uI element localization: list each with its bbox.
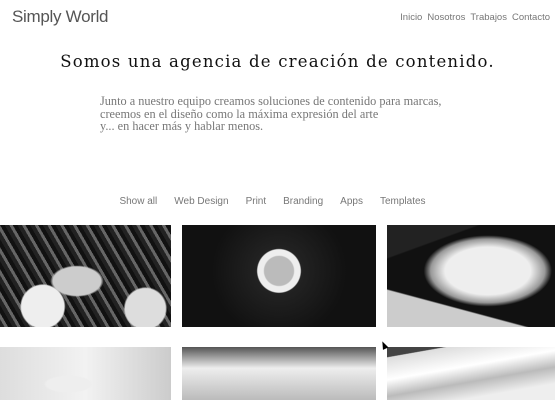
intro-line: y... en hacer más y hablar menos.: [100, 119, 264, 133]
filter-web-design[interactable]: Web Design: [174, 196, 228, 207]
sneaker-photo[interactable]: [387, 225, 555, 327]
page-title: Somos una agencia de creación de conteni…: [60, 52, 495, 71]
window-light-photo[interactable]: [182, 347, 376, 400]
nav-inicio[interactable]: Inicio: [400, 12, 422, 23]
intro-line: Junto a nuestro equipo creamos solucione…: [100, 94, 442, 108]
main-nav: Inicio Nosotros Trabajos Contacto: [400, 12, 550, 23]
coffee-cup-photo[interactable]: [182, 225, 376, 327]
nav-contacto[interactable]: Contacto: [512, 12, 550, 23]
filter-apps[interactable]: Apps: [340, 196, 363, 207]
logo[interactable]: Simply World: [12, 7, 109, 27]
bedsheets-photo[interactable]: [387, 347, 555, 400]
portfolio-filters: Show all Web Design Print Branding Apps …: [0, 196, 545, 207]
filter-show-all[interactable]: Show all: [119, 196, 157, 207]
filter-print[interactable]: Print: [246, 196, 267, 207]
filter-branding[interactable]: Branding: [283, 196, 323, 207]
filter-templates[interactable]: Templates: [380, 196, 426, 207]
lemonade-photo[interactable]: [0, 225, 171, 327]
nav-trabajos[interactable]: Trabajos: [470, 12, 507, 23]
bottle-photo[interactable]: [0, 347, 171, 400]
intro-text: Junto a nuestro equipo creamos solucione…: [100, 95, 441, 133]
nav-nosotros[interactable]: Nosotros: [427, 12, 465, 23]
